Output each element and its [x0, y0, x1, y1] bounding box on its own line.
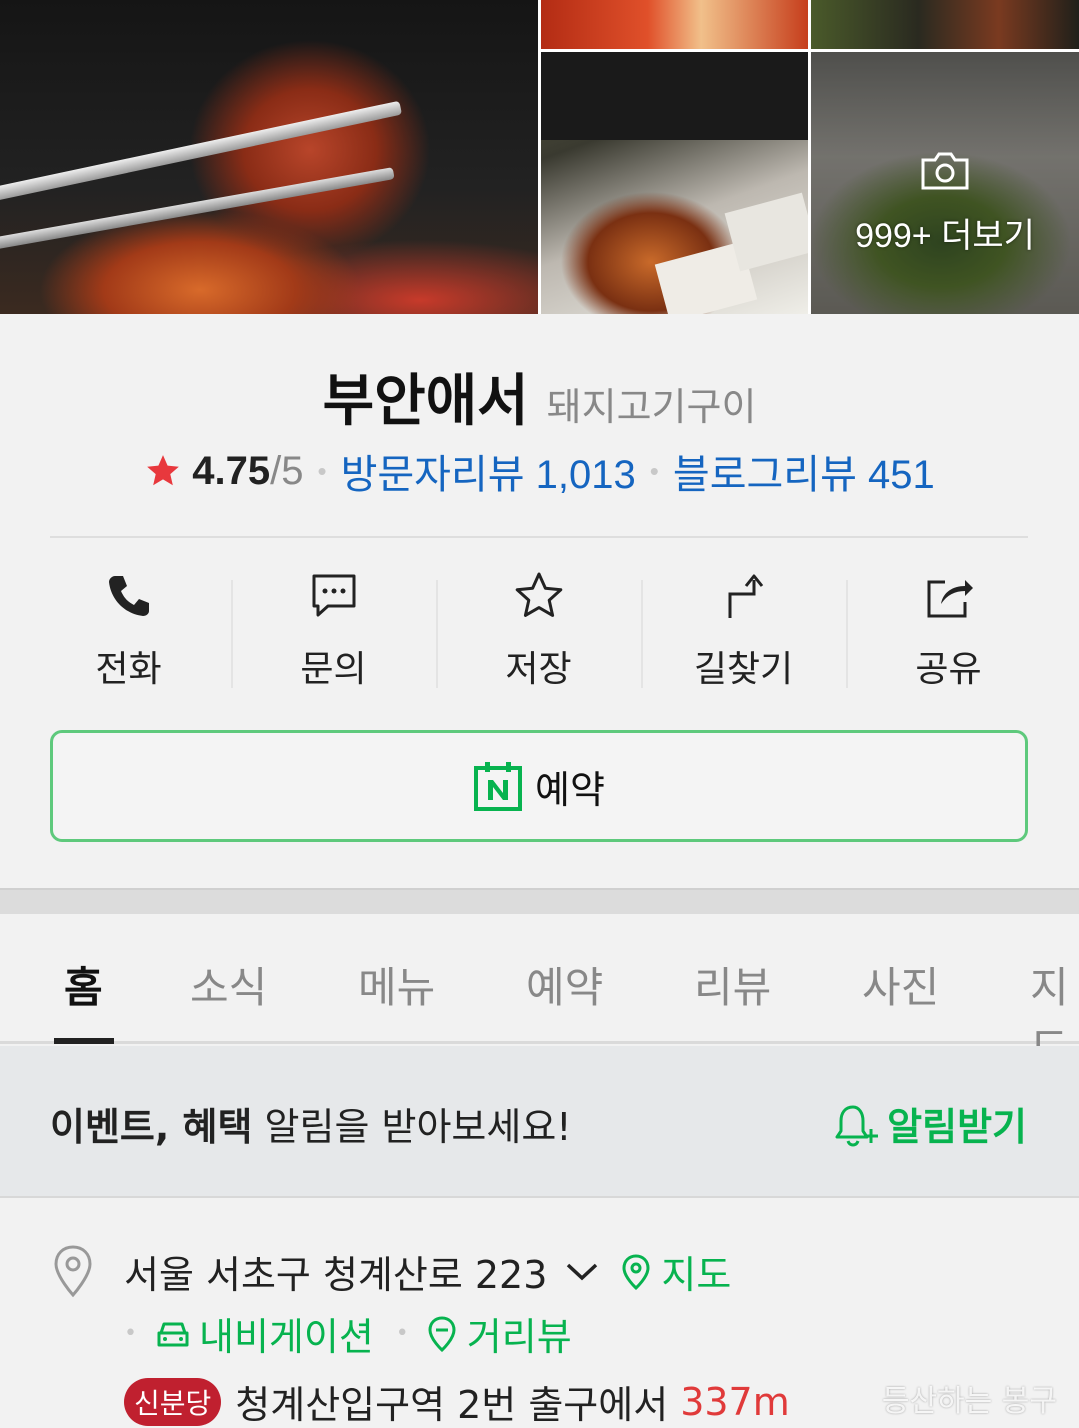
active-tab-indicator [54, 1038, 114, 1044]
bell-plus-icon [835, 1105, 879, 1147]
reserve-label: 예약 [535, 767, 605, 812]
star-icon [147, 455, 180, 486]
navigation-row: • 내비게이션 • 거리뷰 [124, 1306, 572, 1361]
blog-review-link[interactable]: 블로그리뷰 451 [673, 442, 935, 500]
separator-dot: • [649, 455, 659, 486]
place-category: 돼지고기구이 [546, 385, 757, 429]
station-distance: 337m [680, 1379, 790, 1424]
phone-icon [108, 576, 149, 616]
visitor-review-link[interactable]: 방문자리뷰 1,013 [341, 442, 636, 500]
separator-dot: • [395, 1321, 409, 1346]
inquiry-button[interactable]: 문의 [231, 570, 436, 692]
save-button[interactable]: 저장 [436, 570, 641, 692]
reserve-button[interactable]: 예약 [50, 730, 1028, 842]
photo-gallery: 999+ 더보기 [0, 0, 1079, 314]
directions-button[interactable]: 길찾기 [641, 570, 846, 692]
subscribe-alert-label: 알림받기 [887, 1105, 1027, 1149]
map-link[interactable]: 지도 [621, 1244, 731, 1299]
navigation-link[interactable]: 내비게이션 [155, 1306, 374, 1361]
notification-text: 이벤트, 혜택 알림을 받아보세요! [50, 1096, 572, 1151]
map-link-label: 지도 [661, 1253, 732, 1297]
action-label: 길찾기 [693, 649, 794, 690]
action-label: 문의 [300, 649, 367, 690]
photo-detail [724, 192, 808, 272]
separator-dot: • [124, 1321, 137, 1346]
rating-score: 4.75 [192, 448, 271, 493]
station-text: 청계산입구역 2번 출구에서 [235, 1383, 669, 1427]
address-row: 서울 서초구 청계산로 223 지도 [124, 1244, 731, 1299]
more-photos-label: 999+ 더보기 [855, 216, 1035, 255]
action-row: 전화 문의 저장 길찾기 공유 [26, 570, 1053, 692]
navigation-label: 내비게이션 [198, 1315, 374, 1359]
subway-row: 신분당 청계산입구역 2번 출구에서 337m [124, 1374, 790, 1428]
tab-photo[interactable]: 사진 [862, 954, 939, 1015]
notification-bold-text: 이벤트, 혜택 [50, 1105, 253, 1149]
main-photo[interactable] [0, 0, 538, 314]
notification-banner: 이벤트, 혜택 알림을 받아보세요! 알림받기 [0, 1046, 1079, 1198]
action-label: 공유 [915, 649, 982, 690]
divider [50, 536, 1028, 538]
place-header: 부안애서 돼지고기구이 [0, 356, 1079, 437]
rating-max: /5 [270, 448, 304, 493]
chevron-down-icon[interactable] [565, 1261, 599, 1283]
rating-row: 4.75/5 • 방문자리뷰 1,013 • 블로그리뷰 451 [0, 442, 1079, 500]
streetview-link[interactable]: 거리뷰 [427, 1306, 572, 1361]
car-icon [157, 1322, 189, 1346]
streetview-pin-icon [428, 1315, 456, 1352]
thumbnail-photo[interactable] [541, 52, 808, 314]
chat-icon [312, 574, 355, 617]
naver-calendar-icon [474, 762, 523, 811]
share-button[interactable]: 공유 [846, 570, 1051, 692]
streetview-label: 거리뷰 [466, 1315, 572, 1359]
subway-line-badge: 신분당 [124, 1377, 222, 1426]
call-button[interactable]: 전화 [26, 570, 231, 692]
tab-review[interactable]: 리뷰 [694, 954, 771, 1015]
address-text[interactable]: 서울 서초구 청계산로 223 [124, 1244, 547, 1299]
thumbnail-photo[interactable] [541, 0, 808, 49]
map-pin-icon [622, 1253, 650, 1290]
notification-body-text: 알림을 받아보세요! [252, 1105, 572, 1149]
share-icon [927, 580, 973, 618]
section-separator [0, 888, 1079, 914]
watermark: 등산하는 봉구 [881, 1384, 1057, 1419]
thumbnail-photo[interactable] [811, 0, 1079, 49]
separator-dot: • [317, 455, 327, 486]
place-name: 부안애서 [322, 369, 529, 434]
location-pin-icon [54, 1245, 92, 1298]
photo-detail [0, 100, 403, 204]
tab-news[interactable]: 소식 [190, 954, 267, 1015]
more-photos-button[interactable]: 999+ 더보기 [811, 52, 1079, 314]
tab-home[interactable]: 홈 [64, 954, 103, 1015]
action-label: 전화 [95, 649, 162, 690]
camera-icon [921, 152, 969, 189]
tab-menu[interactable]: 메뉴 [358, 954, 435, 1015]
subscribe-alert-button[interactable]: 알림받기 [833, 1096, 1027, 1151]
tab-reservation[interactable]: 예약 [526, 954, 603, 1015]
star-outline-icon [515, 572, 562, 617]
action-label: 저장 [505, 649, 572, 690]
tab-bar: 홈 소식 메뉴 예약 리뷰 사진 지도 [0, 914, 1079, 1073]
directions-icon [728, 574, 763, 618]
